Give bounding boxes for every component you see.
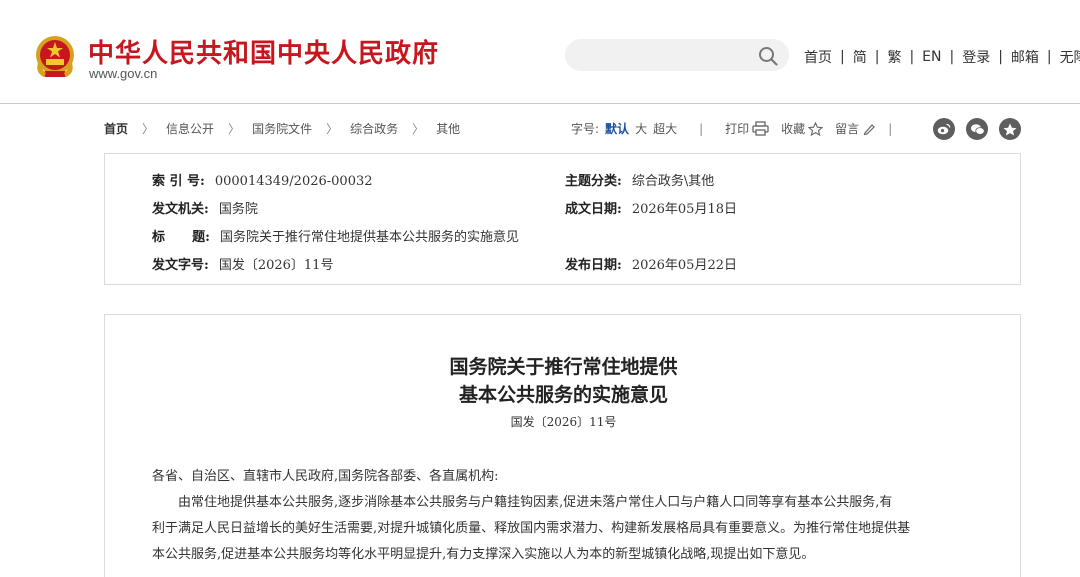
info-value: 2026年05月18日 xyxy=(631,202,737,217)
info-label: 主题分类: xyxy=(565,174,622,189)
info-row-issuer: 发文机关: 国务院 xyxy=(152,198,258,217)
font-size-large[interactable]: 大 xyxy=(635,120,647,137)
info-row-created: 成文日期: 2026年05月18日 xyxy=(565,198,737,217)
page-tools: 字号: 默认 大 超大 | 打印 收藏 留言 | xyxy=(571,120,892,137)
document-paragraph-line: 利于满足人民日益增长的美好生活需要,对提升城镇化质量、释放国内需求潜力、构建新发… xyxy=(152,521,911,536)
print-button[interactable]: 打印 xyxy=(725,120,769,137)
document-body: 国务院关于推行常住地提供 基本公共服务的实施意见 国发〔2026〕11号 各省、… xyxy=(104,314,1021,577)
document-paragraph-line: 由常住地提供基本公共服务,逐步消除基本公共服务与户籍挂钩因素,促进未落户常住人口… xyxy=(178,495,893,510)
breadcrumb-arrow-icon: 〉 xyxy=(326,122,339,136)
breadcrumb-other[interactable]: 其他 xyxy=(436,120,460,137)
font-size-xlarge[interactable]: 超大 xyxy=(653,120,677,137)
site-domain: www.gov.cn xyxy=(89,66,158,81)
info-row-index: 索 引 号: 000014349/2026-00032 xyxy=(152,170,373,189)
document-content: 各省、自治区、直辖市人民政府,国务院各部委、各直属机构: 由常住地提供基本公共服… xyxy=(152,464,982,568)
comment-button[interactable]: 留言 xyxy=(835,120,876,137)
nav-separator: | xyxy=(1046,49,1052,65)
info-row-title: 标 题: 国务院关于推行常住地提供基本公共服务的实施意见 xyxy=(152,226,519,245)
info-value: 综合政务\其他 xyxy=(631,174,715,189)
national-emblem-icon[interactable] xyxy=(32,33,78,83)
breadcrumb-general-affairs[interactable]: 综合政务 xyxy=(350,120,398,137)
info-value: 国发〔2026〕11号 xyxy=(218,258,334,273)
favorite-button[interactable]: 收藏 xyxy=(781,120,824,137)
info-value: 000014349/2026-00032 xyxy=(214,174,373,189)
top-nav: 首页 | 简 | 繁 | EN | 登录 | 邮箱 | 无障碍 xyxy=(804,47,1080,67)
printer-icon xyxy=(752,121,769,136)
search-icon[interactable] xyxy=(757,45,779,67)
breadcrumb-arrow-icon: 〉 xyxy=(228,122,241,136)
info-label: 成文日期: xyxy=(565,202,622,217)
nav-login[interactable]: 登录 xyxy=(962,47,990,67)
breadcrumb: 首页 〉 信息公开 〉 国务院文件 〉 综合政务 〉 其他 xyxy=(104,120,460,137)
tools-separator: | xyxy=(888,121,893,136)
pen-icon xyxy=(863,123,876,135)
font-size-default[interactable]: 默认 xyxy=(605,120,629,137)
breadcrumb-home[interactable]: 首页 xyxy=(104,120,128,137)
nav-simplified[interactable]: 简 xyxy=(853,47,867,67)
site-header: 中华人民共和国中央人民政府 www.gov.cn 首页 | 简 | 繁 | EN… xyxy=(0,0,1080,104)
tools-separator: | xyxy=(699,121,704,136)
info-label: 发布日期: xyxy=(565,258,622,273)
document-title-line2: 基本公共服务的实施意见 xyxy=(458,384,668,406)
star-outline-icon xyxy=(808,121,824,136)
info-row-docno: 发文字号: 国发〔2026〕11号 xyxy=(152,254,333,273)
nav-accessibility[interactable]: 无障碍 xyxy=(1060,47,1080,67)
favorite-label: 收藏 xyxy=(781,122,806,136)
info-value: 国务院关于推行常住地提供基本公共服务的实施意见 xyxy=(219,230,519,245)
share-bar xyxy=(933,118,1032,140)
search-input[interactable] xyxy=(565,39,789,71)
comment-label: 留言 xyxy=(835,122,860,136)
info-row-published: 发布日期: 2026年05月22日 xyxy=(565,254,737,273)
breadcrumb-arrow-icon: 〉 xyxy=(142,122,155,136)
info-row-topic: 主题分类: 综合政务\其他 xyxy=(565,170,714,189)
font-size-label: 字号: xyxy=(571,122,600,136)
info-value: 2026年05月22日 xyxy=(631,258,737,273)
weibo-icon[interactable] xyxy=(933,118,955,140)
print-label: 打印 xyxy=(725,122,750,136)
info-label: 索 引 号: xyxy=(152,174,205,189)
info-label: 发文机关: xyxy=(152,202,209,217)
wechat-icon[interactable] xyxy=(966,118,988,140)
nav-english[interactable]: EN xyxy=(922,49,941,65)
info-label: 发文字号: xyxy=(152,258,209,273)
breadcrumb-arrow-icon: 〉 xyxy=(412,122,425,136)
nav-separator: | xyxy=(998,49,1003,65)
document-paragraph-line: 本公共服务,促进基本公共服务均等化水平明显提升,有力支撑深入实施以人为本的新型城… xyxy=(152,547,815,562)
document-title-line1: 国务院关于推行常住地提供 xyxy=(449,356,678,378)
info-value: 国务院 xyxy=(218,202,258,217)
nav-separator: | xyxy=(874,49,880,65)
breadcrumb-info-disclosure[interactable]: 信息公开 xyxy=(166,120,214,137)
favorite-star-icon[interactable] xyxy=(999,118,1021,140)
nav-mail[interactable]: 邮箱 xyxy=(1011,47,1039,67)
nav-separator: | xyxy=(949,49,955,65)
nav-traditional[interactable]: 繁 xyxy=(887,47,901,67)
nav-separator: | xyxy=(840,49,845,65)
breadcrumb-state-council-docs[interactable]: 国务院文件 xyxy=(252,120,312,137)
document-info-table: 索 引 号: 000014349/2026-00032 主题分类: 综合政务\其他 … xyxy=(104,153,1021,285)
nav-separator: | xyxy=(909,49,915,65)
document-salutation: 各省、自治区、直辖市人民政府,国务院各部委、各直属机构: xyxy=(152,469,499,484)
site-title[interactable]: 中华人民共和国中央人民政府 xyxy=(88,33,439,70)
document-number: 国发〔2026〕11号 xyxy=(510,415,617,429)
info-label: 标 题: xyxy=(152,230,210,245)
nav-home[interactable]: 首页 xyxy=(804,47,832,67)
